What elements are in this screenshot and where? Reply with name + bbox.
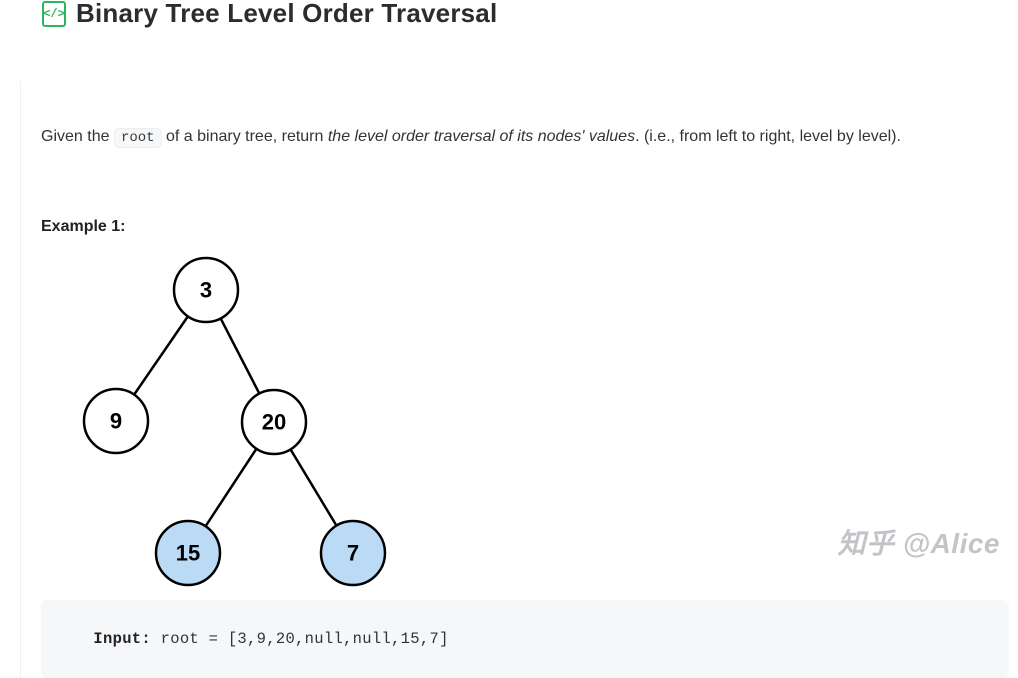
tree-node-label: 7 — [347, 540, 359, 565]
example-codeblock: Input: root = [3,9,20,null,null,15,7] — [41, 600, 1009, 678]
tree-edge — [221, 318, 260, 393]
code-icon-glyph: </> — [43, 8, 65, 20]
example-label: Example 1: — [41, 218, 1018, 236]
tree-node-label: 9 — [110, 408, 122, 433]
code-icon: </> — [42, 1, 66, 27]
tree-node-label: 20 — [262, 409, 286, 434]
desc-suffix: . (i.e., from left to right, level by le… — [635, 128, 901, 145]
desc-prefix: Given the — [41, 128, 114, 145]
page-header: </> Binary Tree Level Order Traversal — [0, 0, 1018, 35]
tree-edge — [206, 449, 257, 526]
tree-edge — [291, 449, 337, 525]
example-tree-diagram: 3 9 20 15 7 — [41, 248, 401, 588]
page-title: Binary Tree Level Order Traversal — [76, 0, 497, 29]
desc-code-root: root — [114, 128, 162, 148]
tree-node-label: 3 — [200, 277, 212, 302]
desc-mid: of a binary tree, return — [162, 128, 328, 145]
problem-content: Given the root of a binary tree, return … — [20, 81, 1018, 678]
desc-italic: the level order traversal of its nodes' … — [328, 128, 635, 145]
problem-description: Given the root of a binary tree, return … — [41, 125, 1018, 150]
code-input-label: Input: — [93, 630, 151, 648]
tree-node-label: 15 — [176, 540, 200, 565]
code-input-value: root = [3,9,20,null,null,15,7] — [161, 630, 449, 648]
tree-edge — [134, 316, 188, 394]
